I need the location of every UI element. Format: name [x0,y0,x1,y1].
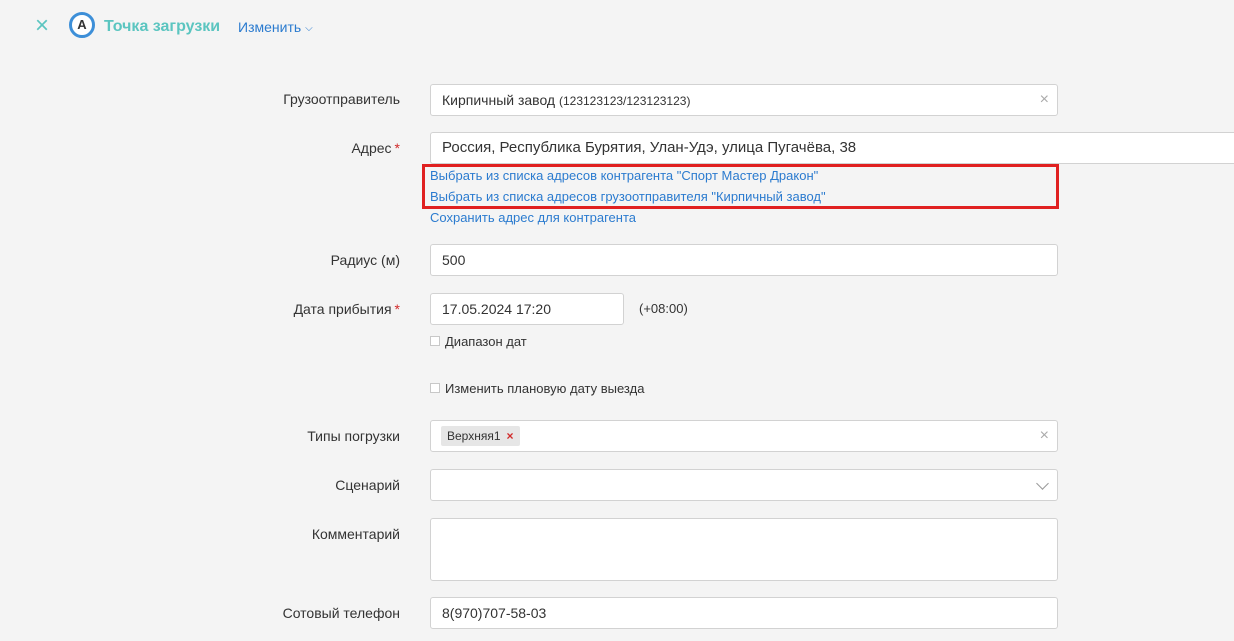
date-range-checkbox[interactable] [430,336,440,346]
shipper-code: (123123123/123123123) [558,94,691,108]
loading-types-label: Типы погрузки [307,428,400,444]
shipper-name: Кирпичный завод [442,92,556,108]
remove-tag-icon[interactable]: × [507,429,514,443]
scenario-select[interactable] [430,469,1058,501]
change-departure-checkbox[interactable] [430,383,440,393]
date-range-checkbox-row[interactable]: Диапазон дат [430,334,527,349]
required-mark: * [394,301,400,317]
arrival-date-input[interactable]: 17.05.2024 17:20 [430,293,624,325]
point-badge: А [69,12,95,38]
loading-type-tag: Верхняя1 × [441,426,520,446]
edit-menu-label: Изменить [238,19,302,35]
loading-types-select[interactable]: Верхняя1 × × [430,420,1058,452]
arrival-date-label: Дата прибытия * [293,301,400,317]
scenario-label: Сценарий [335,477,400,493]
mobile-phone-input[interactable]: 8(970)707-58-03 [430,597,1058,629]
timezone-label: (+08:00) [639,301,688,316]
shipper-select[interactable]: Кирпичный завод (123123123/123123123) × [430,84,1058,116]
address-label: Адрес * [351,140,400,156]
radius-input[interactable]: 500 [430,244,1058,276]
comment-label: Комментарий [311,526,400,542]
change-departure-checkbox-row[interactable]: Изменить плановую дату выезда [430,381,644,396]
radius-label: Радиус (м) [330,252,400,268]
clear-icon[interactable]: × [1040,421,1049,451]
address-input[interactable]: Россия, Республика Бурятия, Улан-Удэ, ул… [430,132,1234,164]
required-mark: * [394,140,400,156]
highlight-box [422,164,1059,209]
date-range-label: Диапазон дат [445,334,527,349]
mobile-phone-label: Сотовый телефон [282,605,400,621]
save-address-link[interactable]: Сохранить адрес для контрагента [430,210,636,225]
comment-textarea[interactable] [430,518,1058,581]
close-icon[interactable]: × [30,14,54,38]
chevron-down-icon: ⌵ [305,23,313,34]
chevron-down-icon [1036,477,1049,490]
shipper-label: Грузоотправитель [283,91,400,107]
page-title: Точка загрузки [104,18,221,35]
change-departure-label: Изменить плановую дату выезда [445,381,645,396]
edit-menu-button[interactable]: Изменить ⌵ [238,19,313,35]
clear-icon[interactable]: × [1040,85,1049,115]
